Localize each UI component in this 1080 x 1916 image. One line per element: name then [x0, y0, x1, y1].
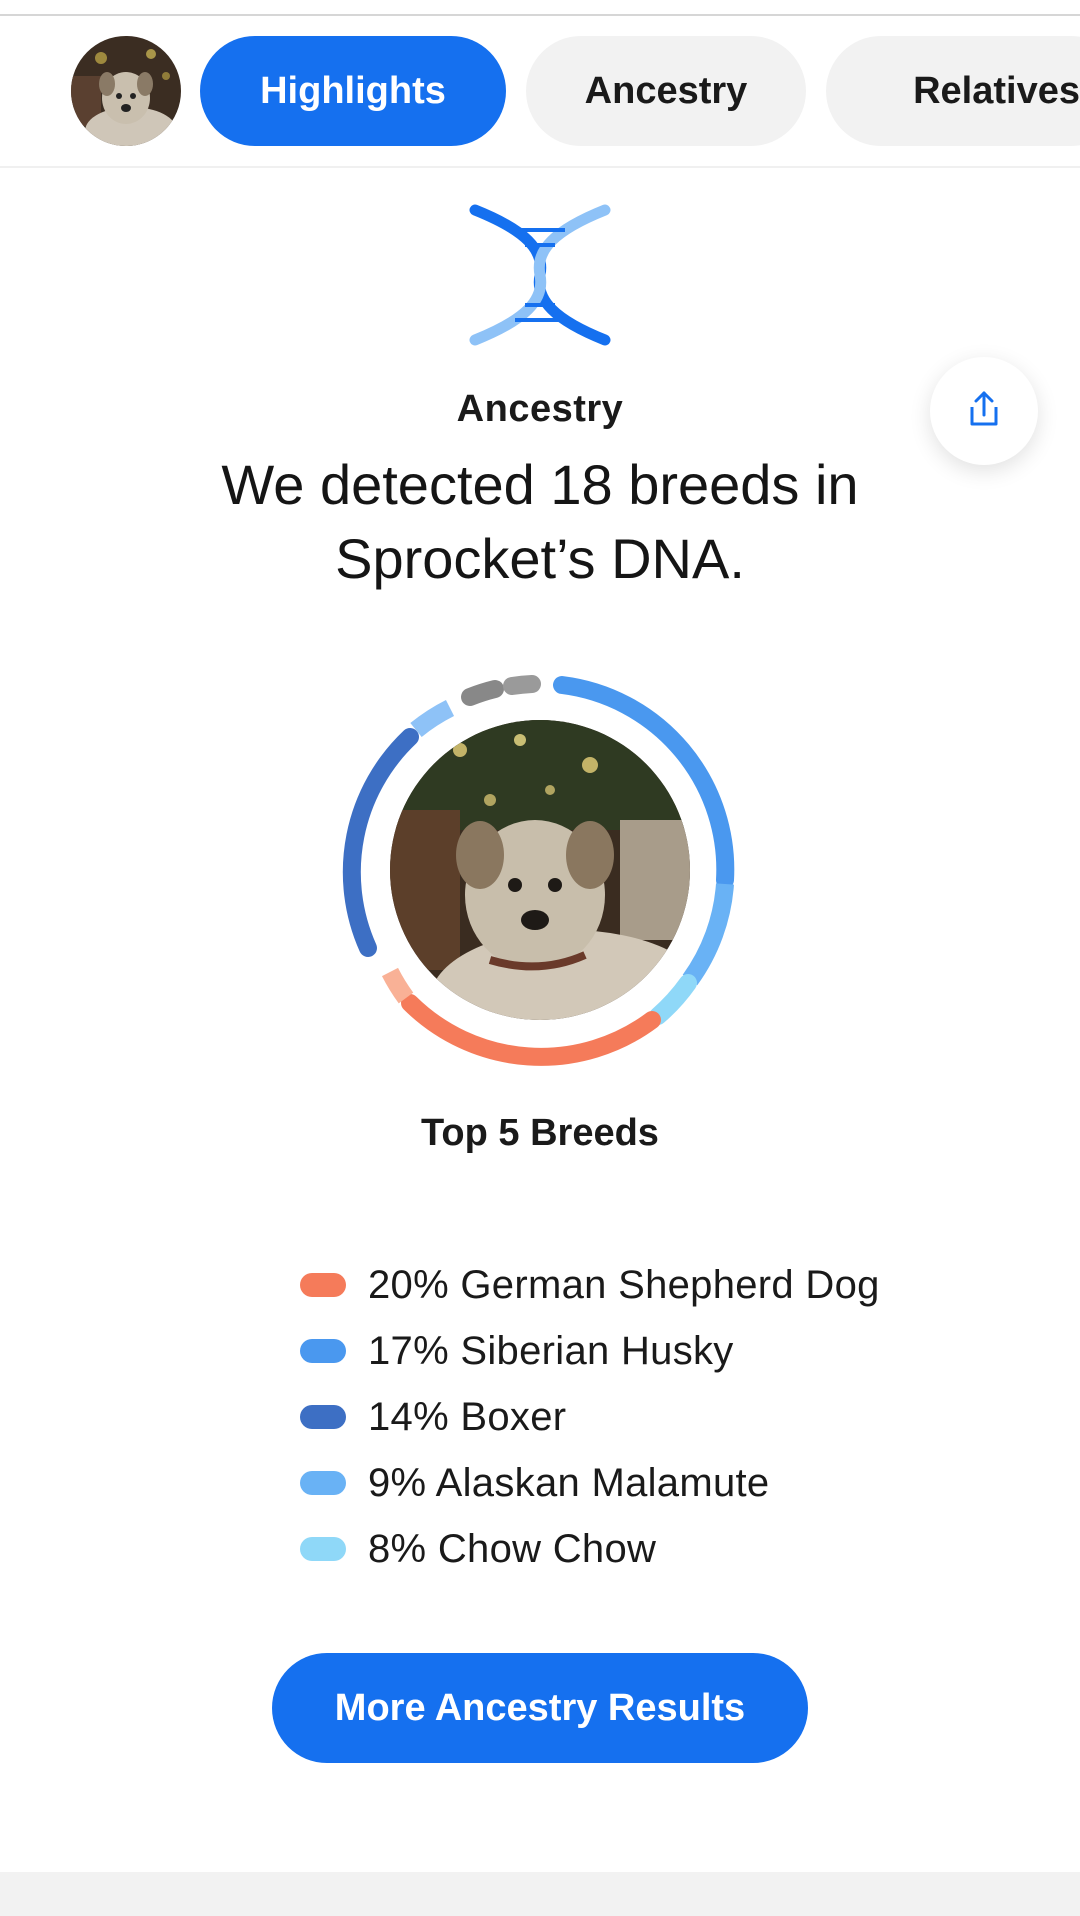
top-breeds-title: Top 5 Breeds [421, 1112, 659, 1154]
breed-name: Chow Chow [437, 1526, 657, 1571]
breed-name: Siberian Husky [460, 1328, 734, 1373]
dog-avatar[interactable] [71, 36, 181, 146]
ring-segment-chow [649, 974, 697, 1025]
breed-name: German Shepherd Dog [460, 1262, 880, 1307]
breed-percent: 14% [368, 1394, 449, 1439]
tab-ancestry[interactable]: Ancestry [526, 36, 806, 146]
legend-row: 8% Chow Chow [300, 1516, 880, 1582]
breed-percent: 20% [368, 1262, 449, 1307]
breed-percent: 17% [368, 1328, 449, 1373]
breed-percent: 9% [368, 1460, 427, 1505]
headline-line-2: Sprocket’s DNA. [335, 527, 745, 590]
breed-legend: 20% German Shepherd Dog 17% Siberian Hus… [300, 1252, 880, 1582]
dna-icon [465, 200, 615, 350]
ring-segment-minor-2 [410, 699, 455, 738]
legend-swatch [300, 1537, 346, 1561]
breed-name: Alaskan Malamute [435, 1460, 770, 1505]
headline-line-1: We detected 18 breeds in [221, 453, 859, 516]
ring-segment-malamute [682, 883, 734, 986]
breed-name: Boxer [460, 1394, 567, 1439]
legend-swatch [300, 1471, 346, 1495]
legend-row: 17% Siberian Husky [300, 1318, 880, 1384]
legend-row: 20% German Shepherd Dog [300, 1252, 880, 1318]
breed-ring [340, 670, 740, 1070]
ring-segment-minor-4 [503, 675, 541, 695]
section-title: Ancestry [456, 388, 624, 430]
legend-swatch [300, 1405, 346, 1429]
legend-row: 9% Alaskan Malamute [300, 1450, 880, 1516]
tab-bar: Highlights Ancestry Relatives [0, 16, 1080, 168]
legend-row: 14% Boxer [300, 1384, 880, 1450]
legend-swatch [300, 1339, 346, 1363]
ring-segment-minor-3 [461, 680, 504, 706]
breeds-headline: We detected 18 breeds in Sprocket’s DNA. [140, 448, 940, 596]
footer-band [0, 1872, 1080, 1916]
legend-swatch [300, 1273, 346, 1297]
more-ancestry-results-button[interactable]: More Ancestry Results [272, 1653, 808, 1763]
tab-relatives[interactable]: Relatives [826, 36, 1080, 146]
breed-percent: 8% [368, 1526, 427, 1571]
tab-highlights[interactable]: Highlights [200, 36, 506, 146]
ring-segment-minor-1 [381, 967, 414, 1004]
